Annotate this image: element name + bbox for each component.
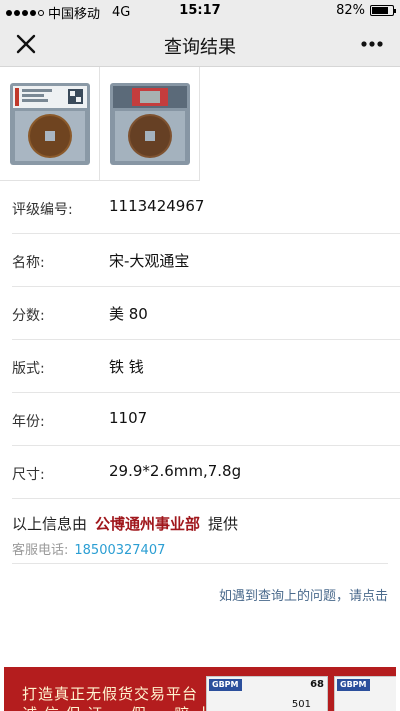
info-value: 宋-大观通宝 (109, 252, 190, 270)
more-options-button[interactable] (358, 32, 386, 56)
graded-coin-front-image (9, 82, 90, 165)
provider-suffix: 提供 (208, 515, 239, 533)
provider-statement: 以上信息由 公博通州事业部 提供 (12, 513, 238, 534)
info-label: 版式: (12, 361, 45, 377)
battery-percent: 82% (336, 3, 365, 18)
info-row-name: 名称: 宋-大观通宝 (12, 234, 400, 287)
card-brand: GBPM (209, 679, 242, 691)
banner-card-2: GBPM (334, 676, 396, 711)
help-link[interactable]: 如遇到查询上的问题，请点击 (219, 585, 388, 604)
provider-org: 公博通州事业部 (95, 515, 201, 533)
info-value: 铁 钱 (109, 358, 144, 376)
coin-photo-back[interactable] (100, 67, 200, 181)
status-bar: 中国移动 4G 15:17 82% (0, 0, 400, 22)
ad-banner[interactable]: 打造真正无假货交易平台 诚 信 保 证 ， 假 一 赔 十 GBPM 68 50… (4, 667, 396, 711)
info-label: 分数: (12, 308, 45, 324)
navigation-bar: 查询结果 (0, 22, 400, 67)
info-label: 年份: (12, 414, 45, 430)
service-phone-link[interactable]: 18500327407 (74, 543, 165, 558)
status-right: 82% (336, 3, 396, 18)
banner-slogan-line1: 打造真正无假货交易平台 (22, 685, 199, 703)
info-label: 评级编号: (12, 202, 73, 218)
battery-icon (370, 5, 396, 16)
card-grade: 68 (310, 679, 324, 690)
battery-fill (372, 7, 389, 14)
customer-service: 客服电话: 18500327407 (12, 539, 165, 558)
info-value: 1113424967 (109, 197, 205, 215)
card-grade-secondary: 501 (291, 699, 311, 710)
info-row-style: 版式: 铁 钱 (12, 340, 400, 393)
info-value: 29.9*2.6mm,7.8g (109, 462, 242, 480)
info-row-size: 尺寸: 29.9*2.6mm,7.8g (12, 446, 400, 499)
info-row-score: 分数: 美 80 (12, 287, 400, 340)
info-row-grade-number: 评级编号: 1113424967 (12, 181, 400, 234)
divider (12, 563, 388, 564)
close-icon (16, 34, 36, 54)
info-value: 1107 (109, 409, 148, 427)
service-label: 客服电话: (12, 543, 69, 558)
close-button[interactable] (14, 32, 38, 56)
coin-photo-front[interactable] (0, 67, 100, 181)
banner-slogan-line2: 诚 信 保 证 ， 假 一 赔 十 (22, 703, 212, 711)
banner-card-1: GBPM 68 501 (206, 676, 328, 711)
info-row-year: 年份: 1107 (12, 393, 400, 446)
coin-photos (0, 67, 200, 181)
coin-info-list: 评级编号: 1113424967 名称: 宋-大观通宝 分数: 美 80 版式:… (0, 181, 400, 499)
card-brand: GBPM (337, 679, 370, 691)
info-value: 美 80 (109, 305, 148, 323)
graded-coin-back-image (109, 82, 190, 165)
more-dots-icon (361, 41, 383, 47)
info-label: 尺寸: (12, 467, 45, 483)
provider-prefix: 以上信息由 (12, 515, 88, 533)
page-title: 查询结果 (164, 37, 236, 58)
info-label: 名称: (12, 255, 45, 271)
